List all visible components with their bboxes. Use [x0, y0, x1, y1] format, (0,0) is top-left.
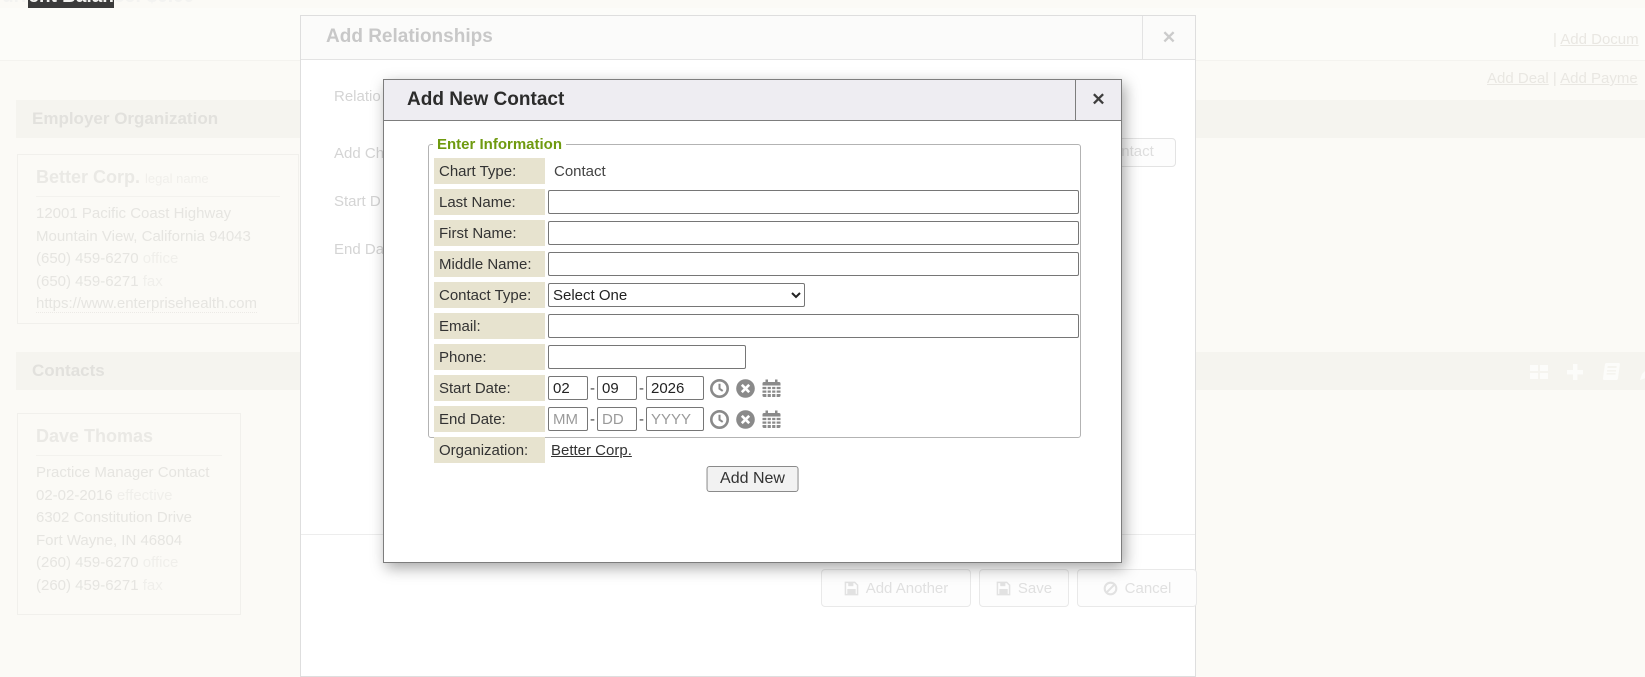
employer-card: Better Corp. legal name 12001 Pacific Co…: [17, 154, 299, 324]
end-date-month-input[interactable]: [548, 407, 588, 431]
email-input[interactable]: [548, 314, 1079, 338]
clock-icon[interactable]: [709, 378, 730, 399]
save-button[interactable]: Save: [979, 569, 1069, 607]
employer-phone: (650) 459-6270 office: [36, 248, 298, 271]
start-date-day-input[interactable]: [597, 376, 637, 400]
phone-row: Phone:: [434, 344, 1080, 370]
top-links-row: | Add Docum: [1553, 31, 1639, 48]
start-date-label-fragment: Start D: [334, 193, 381, 210]
contact-card: Dave Thomas Practice Manager Contact 02-…: [17, 413, 241, 615]
deal-links-row: Add Deal | Add Payme: [1487, 70, 1638, 87]
phone-input[interactable]: [548, 345, 746, 369]
employer-fax: (650) 459-6271 fax: [36, 271, 298, 294]
link-separator: |: [1553, 70, 1557, 87]
add-new-contact-modal: Add New Contact ✕ Enter Information Char…: [383, 79, 1122, 563]
close-icon[interactable]: ✕: [1142, 16, 1195, 59]
clock-icon[interactable]: [709, 409, 730, 430]
fieldset-legend: Enter Information: [433, 136, 566, 153]
divider: [36, 196, 280, 197]
enter-information-fieldset: Enter Information Chart Type: Contact La…: [428, 136, 1081, 438]
first-name-input[interactable]: [548, 221, 1079, 245]
end-date-label-fragment: End Da: [334, 241, 384, 258]
floppy-icon: [844, 581, 859, 596]
book-icon[interactable]: [1600, 360, 1622, 382]
end-date-day-input[interactable]: [597, 407, 637, 431]
contact-type-select[interactable]: Select One: [548, 283, 805, 307]
balance-text: urrent Balance: $0.00: [2, 0, 194, 8]
clear-icon[interactable]: [735, 378, 756, 399]
add-new-contact-title: Add New Contact: [384, 80, 1075, 120]
add-relationships-header: Add Relationships ✕: [301, 16, 1195, 60]
last-name-input[interactable]: [548, 190, 1079, 214]
relationship-label-fragment: Relatio: [334, 88, 381, 105]
contact-address1: 6302 Constitution Drive: [36, 507, 240, 530]
calendar-icon[interactable]: [761, 409, 782, 430]
end-date-label: End Date:: [434, 406, 545, 432]
email-label: Email:: [434, 313, 545, 339]
link-separator: |: [1553, 31, 1557, 48]
contact-phone: (260) 459-6270 office: [36, 552, 240, 575]
end-date-row: End Date: --: [434, 406, 1080, 432]
organization-row: Organization: Better Corp.: [434, 437, 1080, 463]
divider: [36, 455, 222, 456]
contact-type-label: Contact Type:: [434, 282, 545, 308]
end-date-year-input[interactable]: [646, 407, 704, 431]
first-name-label: First Name:: [434, 220, 545, 246]
clear-icon[interactable]: [735, 409, 756, 430]
organization-link[interactable]: Better Corp.: [548, 442, 632, 459]
add-another-button[interactable]: Add Another: [821, 569, 971, 607]
pencil-icon[interactable]: [1636, 362, 1645, 384]
chart-type-label: Chart Type:: [434, 158, 545, 184]
last-name-label: Last Name:: [434, 189, 545, 215]
contact-address2: Fort Wayne, IN 46804: [36, 530, 240, 553]
legal-name-note: legal name: [145, 171, 209, 186]
website-link[interactable]: https://www.enterprisehealth.com: [36, 295, 257, 313]
contact-fax: (260) 459-6271 fax: [36, 575, 240, 598]
add-new-contact-header: Add New Contact ✕: [384, 80, 1121, 121]
employer-website: https://www.enterprisehealth.com: [36, 293, 298, 316]
add-document-link[interactable]: Add Docum: [1560, 31, 1638, 48]
calendar-icon[interactable]: [761, 378, 782, 399]
add-chart-label-fragment: Add Ch: [334, 145, 384, 162]
employer-address1: 12001 Pacific Coast Highway: [36, 203, 298, 226]
grid-icon[interactable]: [1528, 361, 1550, 383]
chart-type-row: Chart Type: Contact: [434, 158, 1080, 184]
cancel-button[interactable]: Cancel: [1077, 569, 1197, 607]
organization-label: Organization:: [434, 437, 545, 463]
contact-type-row: Contact Type: Select One: [434, 282, 1080, 308]
employer-address2: Mountain View, California 94043: [36, 226, 298, 249]
employer-name: Better Corp. legal name: [36, 167, 298, 188]
start-date-year-input[interactable]: [646, 376, 704, 400]
phone-label: Phone:: [434, 344, 545, 370]
cancel-circle-icon: [1103, 581, 1118, 596]
close-icon[interactable]: ✕: [1075, 80, 1121, 120]
contact-effective-date: 02-02-2016 effective: [36, 485, 240, 508]
contact-role: Practice Manager Contact: [36, 462, 240, 485]
start-date-month-input[interactable]: [548, 376, 588, 400]
middle-name-row: Middle Name:: [434, 251, 1080, 277]
first-name-row: First Name:: [434, 220, 1080, 246]
start-date-row: Start Date: --: [434, 375, 1080, 401]
middle-name-label: Middle Name:: [434, 251, 545, 277]
last-name-row: Last Name:: [434, 189, 1080, 215]
add-new-button[interactable]: Add New: [706, 466, 799, 492]
contact-form-table: Chart Type: Contact Last Name: First Nam…: [434, 153, 1080, 468]
start-date-label: Start Date:: [434, 375, 545, 401]
add-payment-link[interactable]: Add Payme: [1560, 70, 1638, 87]
email-row: Email:: [434, 313, 1080, 339]
add-relationships-title: Add Relationships: [301, 16, 1142, 59]
contact-name: Dave Thomas: [36, 426, 240, 447]
add-deal-link[interactable]: Add Deal: [1487, 70, 1549, 87]
chart-type-value: Contact: [548, 163, 606, 180]
middle-name-input[interactable]: [548, 252, 1079, 276]
plus-icon[interactable]: [1564, 361, 1586, 383]
floppy-icon: [996, 581, 1011, 596]
